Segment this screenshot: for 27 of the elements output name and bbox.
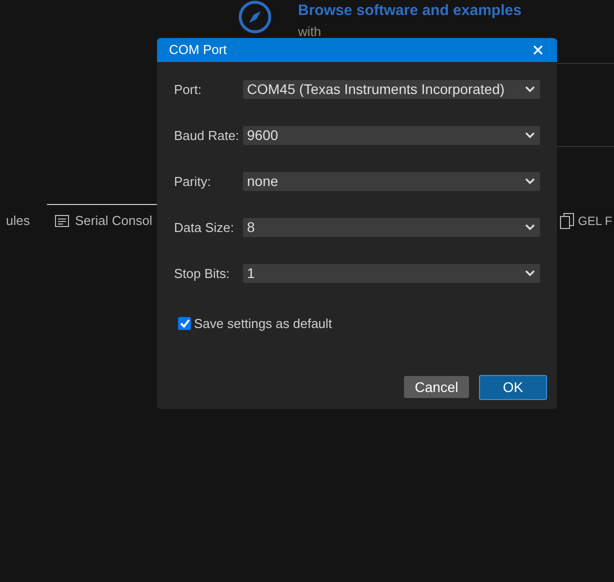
chevron-icon	[525, 270, 535, 277]
field-label: Port:	[174, 80, 202, 99]
checkbox[interactable]	[178, 317, 191, 330]
field-label: Parity:	[174, 172, 212, 191]
dialog-title: COM Port	[169, 41, 227, 60]
field-label: Data Size:	[174, 218, 235, 237]
dropdown[interactable]: 8	[243, 218, 540, 237]
checkbox-label: Save settings as default	[194, 315, 332, 333]
dropdown[interactable]: COM45 (Texas Instruments Incorporated)	[243, 80, 540, 99]
chevron-icon	[525, 132, 535, 139]
heading: Browse software and examples	[298, 1, 522, 21]
chevron-icon	[525, 86, 535, 93]
chevron-icon	[525, 224, 535, 231]
chevron-icon	[525, 178, 535, 185]
cancel-button[interactable]: Cancel	[404, 376, 469, 398]
console-icon	[55, 214, 69, 226]
dropdown[interactable]: 9600	[243, 126, 540, 145]
tab[interactable]: ules	[0, 204, 38, 236]
field-label: Stop Bits:	[174, 264, 231, 283]
tab[interactable]: GEL F	[557, 204, 614, 236]
copy-icon	[560, 212, 574, 228]
dropdown[interactable]: 1	[243, 264, 540, 283]
subheading: with	[298, 24, 322, 40]
field-label: Baud Rate:	[174, 126, 240, 145]
close-icon[interactable]	[533, 45, 543, 55]
dropdown[interactable]: none	[243, 172, 540, 191]
ok-button[interactable]: OK	[479, 374, 547, 400]
